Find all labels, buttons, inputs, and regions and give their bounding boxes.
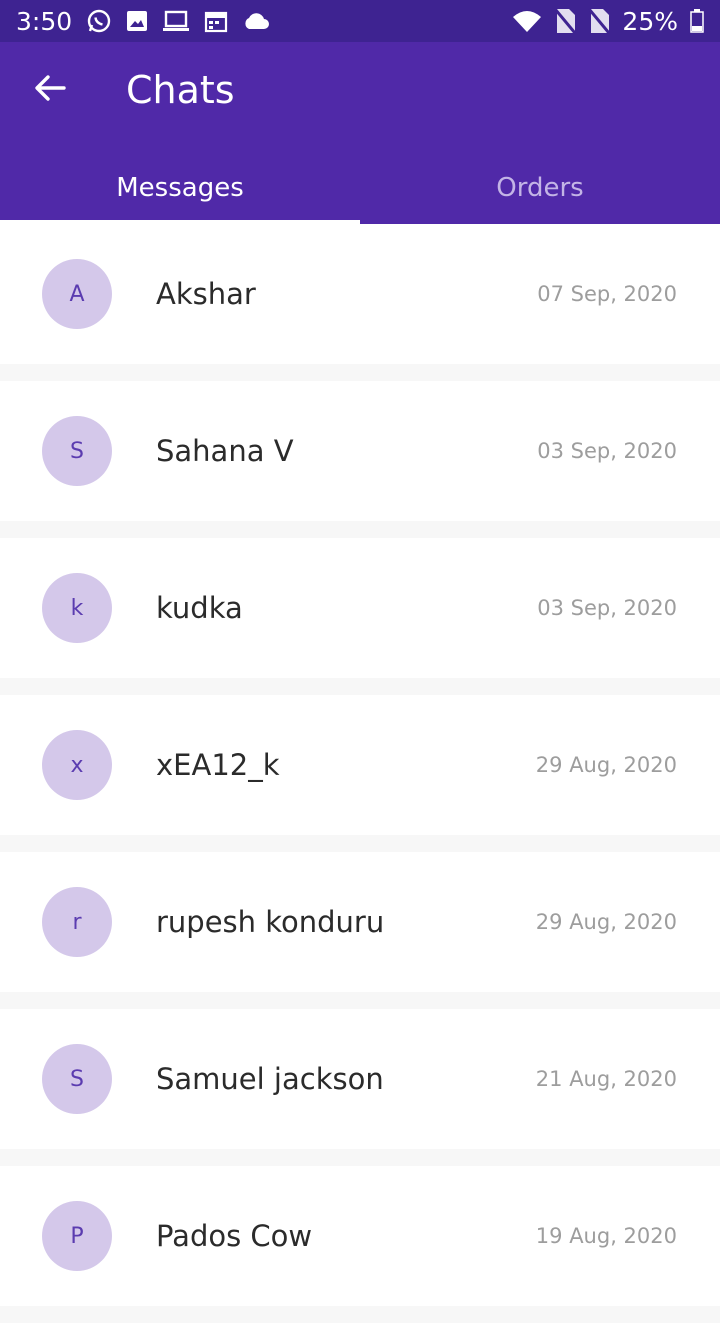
chat-date: 21 Aug, 2020	[535, 1067, 677, 1091]
whatsapp-icon	[86, 8, 112, 34]
avatar: k	[42, 573, 112, 643]
notification-icons	[86, 8, 270, 34]
avatar: A	[42, 259, 112, 329]
system-icons: 25%	[512, 7, 704, 36]
no-sim-icon	[554, 8, 577, 34]
chat-row[interactable]: r rupesh konduru 29 Aug, 2020	[0, 852, 720, 992]
avatar: x	[42, 730, 112, 800]
tab-bar: Messages Orders	[0, 152, 720, 224]
avatar: S	[42, 1044, 112, 1114]
app-bar: Chats Messages Orders	[0, 42, 720, 224]
calendar-icon	[204, 9, 228, 33]
chat-date: 03 Sep, 2020	[537, 596, 677, 620]
back-button[interactable]	[22, 64, 78, 116]
tab-label: Orders	[496, 173, 584, 203]
tab-orders[interactable]: Orders	[360, 152, 720, 224]
page-title: Chats	[126, 68, 235, 112]
chat-list: A Akshar 07 Sep, 2020 S Sahana V 03 Sep,…	[0, 224, 720, 1323]
tab-messages[interactable]: Messages	[0, 152, 360, 224]
chat-name: Akshar	[156, 277, 256, 311]
status-time: 3:50	[16, 6, 73, 36]
chat-row[interactable]: x xEA12_k 29 Aug, 2020	[0, 695, 720, 835]
chat-date: 03 Sep, 2020	[537, 439, 677, 463]
arrow-back-icon	[34, 74, 66, 106]
laptop-icon	[162, 10, 190, 32]
battery-icon	[690, 9, 704, 33]
chat-date: 29 Aug, 2020	[535, 910, 677, 934]
avatar: P	[42, 1201, 112, 1271]
chat-date: 19 Aug, 2020	[535, 1224, 677, 1248]
wifi-icon	[512, 9, 542, 33]
avatar: S	[42, 416, 112, 486]
chat-date: 29 Aug, 2020	[535, 753, 677, 777]
chat-row[interactable]: A Akshar 07 Sep, 2020	[0, 224, 720, 364]
battery-percentage: 25%	[622, 6, 678, 36]
chat-name: rupesh konduru	[156, 905, 385, 939]
chat-name: Sahana V	[156, 434, 294, 468]
chat-row[interactable]: k kudka 03 Sep, 2020	[0, 538, 720, 678]
chat-row[interactable]: S Samuel jackson 21 Aug, 2020	[0, 1009, 720, 1149]
chat-name: xEA12_k	[156, 748, 280, 782]
no-sim-icon	[588, 8, 611, 34]
chat-row[interactable]: P Pados Cow 19 Aug, 2020	[0, 1166, 720, 1306]
avatar: r	[42, 887, 112, 957]
cloud-icon	[242, 11, 270, 31]
chat-name: kudka	[156, 591, 243, 625]
chat-name: Samuel jackson	[156, 1062, 384, 1096]
chat-name: Pados Cow	[156, 1219, 313, 1253]
chat-date: 07 Sep, 2020	[537, 282, 677, 306]
tab-label: Messages	[116, 173, 244, 203]
chat-row[interactable]: S Sahana V 03 Sep, 2020	[0, 381, 720, 521]
status-bar: 3:50 25%	[0, 0, 720, 42]
image-icon	[126, 10, 148, 32]
